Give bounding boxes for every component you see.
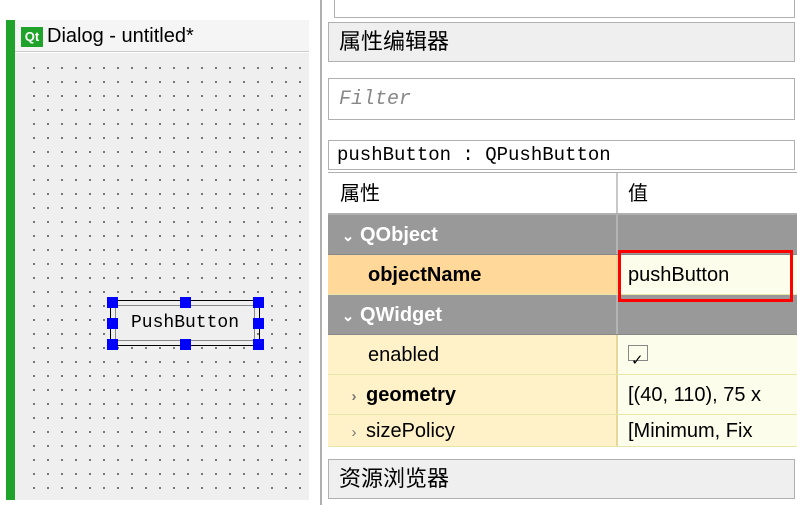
- chevron-down-icon: ⌄: [340, 217, 356, 257]
- group-row-qobject[interactable]: ⌄QObject: [328, 215, 797, 255]
- canvas-titlebar: QtDialog - untitled*: [15, 20, 309, 52]
- sel-handle-sw[interactable]: [107, 339, 118, 350]
- qt-logo-icon: Qt: [21, 27, 43, 47]
- resource-browser-header[interactable]: 资源浏览器: [328, 459, 795, 499]
- prop-row-sizepolicy[interactable]: ›sizePolicy [Minimum, Fix: [328, 415, 797, 447]
- sel-handle-e[interactable]: [253, 318, 264, 329]
- sel-handle-nw[interactable]: [107, 297, 118, 308]
- property-table-header: 属性 值: [328, 173, 797, 215]
- chevron-down-icon: ⌄: [340, 297, 356, 337]
- selected-object-label: pushButton : QPushButton: [328, 140, 795, 170]
- blank-strip: [334, 0, 795, 18]
- chevron-right-icon[interactable]: ›: [346, 417, 362, 449]
- grid-dots: [27, 61, 309, 500]
- filter-box: [328, 78, 795, 120]
- right-panel: 属性编辑器 pushButton : QPushButton 属性 值 ⌄QOb…: [320, 0, 797, 505]
- prop-row-geometry[interactable]: ›geometry [(40, 110), 75 x: [328, 375, 797, 415]
- col-header-value[interactable]: 值: [618, 173, 797, 213]
- property-table[interactable]: 属性 值 ⌄QObject objectName pushButton ⌄QWi…: [328, 172, 797, 450]
- group-label: QObject: [360, 224, 438, 246]
- group-row-qwidget[interactable]: ⌄QWidget: [328, 295, 797, 335]
- form-canvas[interactable]: QtDialog - untitled* PushButton: [6, 20, 309, 500]
- filter-input[interactable]: [329, 79, 794, 119]
- prop-row-enabled[interactable]: enabled: [328, 335, 797, 375]
- prop-name: sizePolicy: [366, 420, 455, 442]
- prop-value[interactable]: [(40, 110), 75 x: [628, 384, 761, 406]
- prop-value[interactable]: pushButton: [628, 264, 729, 286]
- prop-row-objectname[interactable]: objectName pushButton: [328, 255, 797, 295]
- col-header-name[interactable]: 属性: [328, 173, 618, 213]
- group-label: QWidget: [360, 304, 442, 326]
- canvas-title-text: Dialog - untitled*: [47, 25, 194, 47]
- prop-name: enabled: [368, 344, 439, 366]
- sel-handle-ne[interactable]: [253, 297, 264, 308]
- checkbox-checked-icon[interactable]: [628, 345, 648, 361]
- sel-handle-n[interactable]: [180, 297, 191, 308]
- prop-name: geometry: [366, 384, 456, 406]
- prop-name: objectName: [368, 264, 481, 286]
- prop-value[interactable]: [Minimum, Fix: [628, 420, 752, 442]
- sel-handle-s[interactable]: [180, 339, 191, 350]
- chevron-right-icon[interactable]: ›: [346, 377, 362, 417]
- sel-handle-se[interactable]: [253, 339, 264, 350]
- canvas-body[interactable]: PushButton: [15, 53, 309, 500]
- property-editor-header[interactable]: 属性编辑器: [328, 22, 795, 62]
- pushbutton-widget[interactable]: PushButton: [115, 305, 255, 341]
- sel-handle-w[interactable]: [107, 318, 118, 329]
